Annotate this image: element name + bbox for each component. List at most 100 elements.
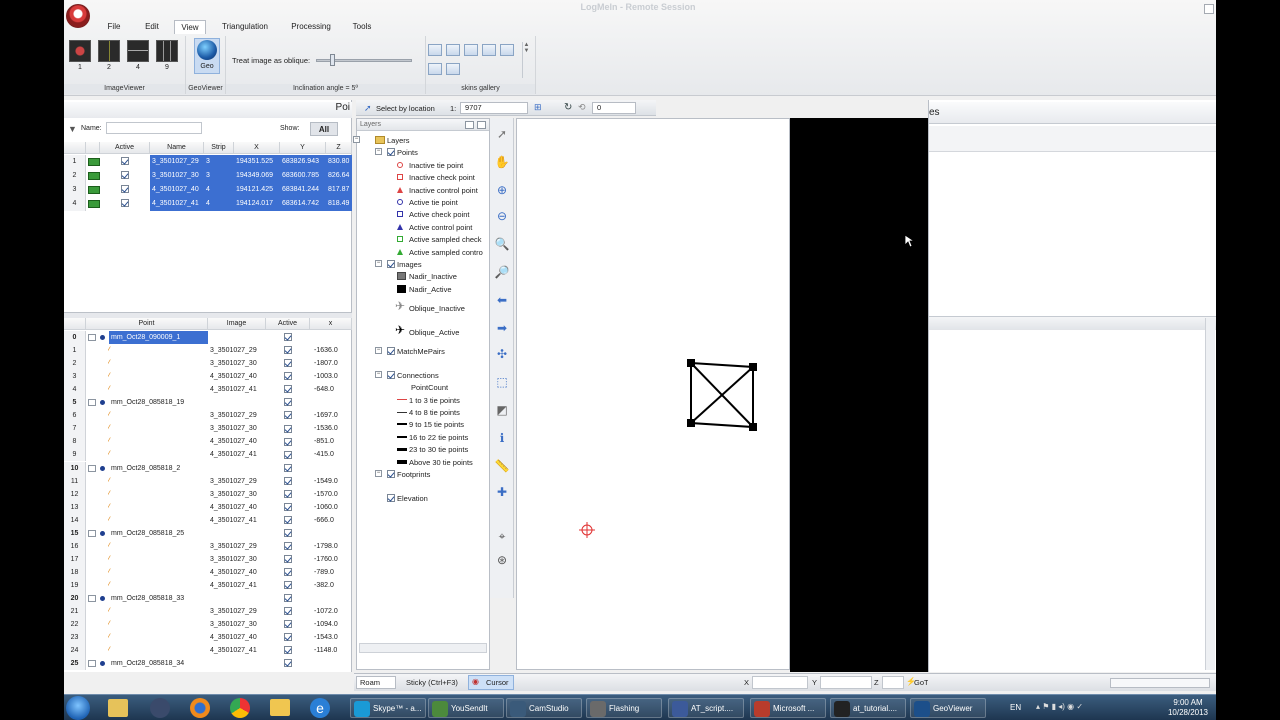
active-cell[interactable]: [266, 553, 310, 566]
layer-item[interactable]: 16 to 22 tie points: [397, 432, 468, 443]
active-cell[interactable]: [266, 396, 310, 409]
select-features-icon[interactable]: ⬚: [494, 374, 510, 390]
taskbar-window-2[interactable]: CamStudio: [506, 698, 582, 718]
active-checkbox[interactable]: [284, 515, 292, 524]
active-cell[interactable]: [266, 370, 310, 383]
collapse-toggle[interactable]: [88, 464, 96, 472]
scale-combobox[interactable]: 9707: [460, 102, 528, 114]
layer-visibility-checkbox[interactable]: [387, 370, 395, 379]
active-checkbox[interactable]: [284, 489, 292, 498]
layer-visibility-checkbox[interactable]: [387, 494, 395, 502]
active-cell[interactable]: [100, 197, 150, 211]
col-name[interactable]: Name: [150, 142, 204, 154]
taskbar-window-3[interactable]: Flashing: [586, 698, 662, 718]
active-cell[interactable]: [266, 618, 310, 631]
layer-item[interactable]: Active sampled contro: [397, 247, 483, 258]
taskbar-window-5[interactable]: Microsoft ...: [750, 698, 826, 718]
layer-item[interactable]: ✈ Oblique_Active: [395, 324, 459, 338]
explorer-folder-icon[interactable]: [270, 699, 290, 716]
layer-item[interactable]: Active tie point: [397, 197, 458, 208]
point-row[interactable]: 22 ⁄ 3_3501027_30 -1094.0: [64, 618, 352, 632]
tab-edit[interactable]: Edit: [138, 20, 166, 34]
layer-item[interactable]: Above 30 tie points: [397, 457, 473, 468]
collapse-toggle[interactable]: [88, 529, 96, 537]
active-cell[interactable]: [266, 462, 310, 475]
start-button[interactable]: [66, 696, 90, 720]
tab-processing[interactable]: Processing: [286, 20, 336, 34]
point-row[interactable]: 24 ⁄ 4_3501027_41 -1148.0: [64, 644, 352, 658]
application-menu-button[interactable]: [66, 4, 90, 28]
active-checkbox[interactable]: [284, 502, 292, 511]
point-row[interactable]: 10 mm_Oct28_085818_2: [64, 461, 352, 475]
zoom-out-icon[interactable]: ⊖: [494, 208, 510, 224]
outlook-icon[interactable]: [108, 699, 128, 717]
col-point-x[interactable]: x: [310, 318, 352, 330]
active-cell[interactable]: [266, 657, 310, 670]
skin-option-1[interactable]: [428, 44, 442, 56]
active-cell[interactable]: [266, 644, 310, 657]
skin-option-7[interactable]: [446, 63, 460, 75]
point-row[interactable]: 14 ⁄ 4_3501027_41 -666.0: [64, 513, 352, 527]
point-row[interactable]: 6 ⁄ 3_3501027_29 -1697.0: [64, 409, 352, 423]
zoom-full-icon[interactable]: 🔎: [494, 264, 510, 280]
active-cell[interactable]: [266, 344, 310, 357]
measure-icon[interactable]: ◩: [494, 402, 510, 418]
col-point-active[interactable]: Active: [266, 318, 310, 330]
active-checkbox[interactable]: [284, 528, 292, 537]
active-checkbox[interactable]: [284, 333, 292, 342]
expand-toggle[interactable]: −: [375, 260, 382, 267]
zoom-in-icon[interactable]: ⊕: [494, 182, 510, 198]
col-active[interactable]: Active: [100, 142, 150, 154]
one-image-icon[interactable]: [69, 40, 91, 62]
layer-item[interactable]: Elevation: [387, 493, 428, 504]
zoom-extent-icon[interactable]: ⊞: [534, 102, 542, 113]
col-x[interactable]: X: [234, 142, 280, 154]
layer-item[interactable]: − Points: [375, 147, 418, 158]
active-cell[interactable]: [266, 475, 310, 488]
point-row[interactable]: 11 ⁄ 3_3501027_29 -1549.0: [64, 474, 352, 488]
table-row[interactable]: 1 3_3501027_29 3 194351.525 683826.943 830.80: [64, 155, 352, 169]
tab-triangulation[interactable]: Triangulation: [214, 20, 276, 34]
media-player-icon[interactable]: [150, 698, 170, 718]
active-checkbox[interactable]: [284, 633, 292, 642]
point-row[interactable]: 17 ⁄ 3_3501027_30 -1760.0: [64, 552, 352, 566]
taskbar-window-1[interactable]: YouSendIt: [428, 698, 504, 718]
image-footprint-area[interactable]: [790, 118, 928, 672]
layer-item[interactable]: Active check point: [397, 209, 469, 220]
active-checkbox[interactable]: [284, 346, 292, 355]
col-z[interactable]: Z: [326, 142, 352, 154]
point-row[interactable]: 23 ⁄ 4_3501027_40 -1543.0: [64, 631, 352, 645]
active-cell[interactable]: [266, 422, 310, 435]
expand-toggle[interactable]: −: [353, 136, 360, 143]
layer-item[interactable]: − Footprints: [375, 469, 430, 480]
active-cell[interactable]: [266, 409, 310, 422]
layer-item[interactable]: Active sampled check: [397, 234, 482, 245]
active-cell[interactable]: [266, 331, 310, 344]
active-checkbox[interactable]: [284, 620, 292, 629]
taskbar-window-6[interactable]: at_tutorial....: [830, 698, 906, 718]
layer-item[interactable]: − MatchMePairs: [375, 346, 445, 357]
pan-hand-icon[interactable]: ✋: [494, 154, 510, 170]
nine-images-icon[interactable]: [156, 40, 178, 62]
point-row[interactable]: 20 mm_Oct28_085818_33: [64, 592, 352, 605]
collapse-toggle[interactable]: [88, 334, 96, 341]
add-point-icon[interactable]: ✚: [494, 484, 510, 500]
layer-item[interactable]: 1 to 3 tie points: [397, 395, 460, 406]
point-row[interactable]: 21 ⁄ 3_3501027_29 -1072.0: [64, 605, 352, 619]
active-cell[interactable]: [266, 514, 310, 527]
z-coord-input[interactable]: [882, 676, 904, 689]
point-row[interactable]: 8 ⁄ 4_3501027_40 -851.0: [64, 435, 352, 449]
point-row[interactable]: 1 ⁄ 3_3501027_29 -1636.0: [64, 344, 352, 358]
active-checkbox[interactable]: [284, 607, 292, 616]
point-row[interactable]: 3 ⁄ 4_3501027_40 -1003.0: [64, 370, 352, 384]
collapse-toggle[interactable]: [88, 399, 96, 407]
point-row[interactable]: 0 mm_Oct28_090009_1: [64, 331, 352, 344]
point-row[interactable]: 2 ⁄ 3_3501027_30 -1807.0: [64, 357, 352, 371]
point-row[interactable]: 9 ⁄ 4_3501027_41 -415.0: [64, 448, 352, 462]
col-image[interactable]: Image: [208, 318, 266, 330]
skin-option-3[interactable]: [464, 44, 478, 56]
point-row[interactable]: 7 ⁄ 3_3501027_30 -1536.0: [64, 422, 352, 436]
col-strip[interactable]: Strip: [204, 142, 234, 154]
active-checkbox[interactable]: [284, 659, 292, 668]
active-cell[interactable]: [266, 383, 310, 396]
